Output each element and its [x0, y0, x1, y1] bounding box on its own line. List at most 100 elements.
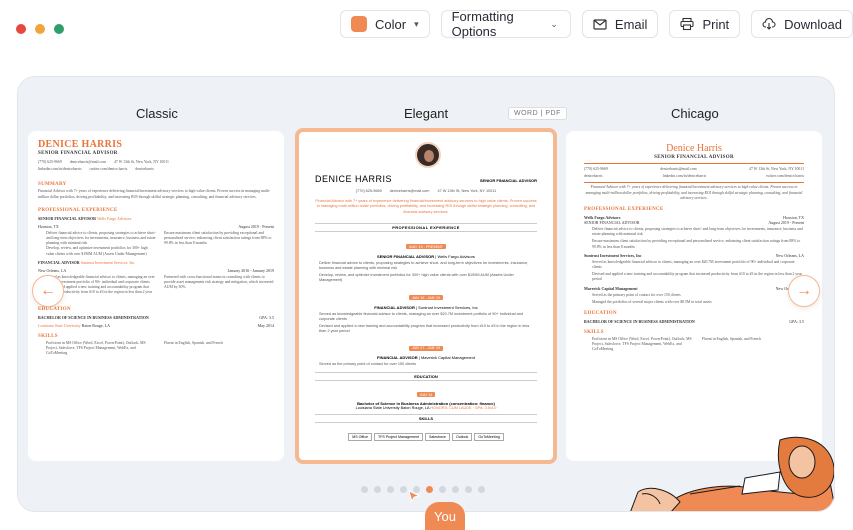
job1-title: SENIOR FINANCIAL ADVISOR: [377, 253, 435, 259]
job2-location: New Orleans, LA: [775, 252, 804, 258]
skill-chip: Outlook: [451, 432, 473, 441]
arrow-left-icon: ←: [40, 282, 56, 299]
education-date: JUN '14: [416, 392, 436, 398]
chevron-down-icon: ▾: [414, 18, 419, 29]
pager-dot[interactable]: [465, 486, 472, 493]
job2-bullet: Served as knowledgeable financial adviso…: [592, 259, 795, 270]
toolbar: Color ▾ Formatting Options ⌄ Email Print…: [340, 9, 853, 39]
email-label: Email: [614, 16, 648, 32]
skills-heading: SKILLS: [584, 330, 604, 336]
job2-title: FINANCIAL ADVISOR: [374, 304, 415, 310]
job1-dates: AUG '19 - PRESENT: [406, 244, 446, 250]
cursor-pointer-icon: [408, 490, 420, 502]
job1-title: SENIOR FINANCIAL ADVISOR: [38, 215, 97, 221]
education-location: Baton Rouge, LA: [81, 322, 111, 328]
print-label: Print: [702, 16, 730, 32]
pager-dot[interactable]: [452, 486, 459, 493]
experience-heading: PROFESSIONAL EXPERIENCE: [38, 207, 118, 213]
print-button[interactable]: Print: [669, 10, 741, 38]
woman-reading-illustration: [630, 436, 834, 511]
template-card-classic[interactable]: DENICE HARRIS SENIOR FINANCIAL ADVISOR (…: [28, 131, 284, 461]
format-badge: WORD | PDF: [508, 107, 567, 120]
pager-dot[interactable]: [361, 486, 368, 493]
pager-dot[interactable]: [439, 486, 446, 493]
education-location: Baton Rouge, LA: [400, 405, 430, 410]
template-title-chicago: Chicago: [671, 106, 719, 121]
job3-bullet: Managed the portfolios of several major …: [592, 299, 712, 304]
skill-item: Proficient in MS Office (Word, Excel, Po…: [592, 337, 692, 352]
email-button[interactable]: Email: [581, 10, 659, 38]
pager-dot[interactable]: [478, 486, 485, 493]
formatting-options-button[interactable]: Formatting Options ⌄: [440, 9, 571, 39]
skill-item: Fluent in English, Spanish, and French: [164, 340, 223, 345]
education-gpa: GPA: 3.5: [259, 314, 274, 320]
close-dot[interactable]: [16, 24, 26, 34]
job1-bullet: Ensure maximum client satisfaction by pr…: [592, 239, 801, 249]
you-cursor-label: You: [425, 502, 465, 530]
job3-bullet: Served as the primary point of contact f…: [319, 362, 417, 367]
job2-bullet: Devised and applied a new training and a…: [592, 272, 802, 282]
next-arrow-button[interactable]: →: [788, 275, 820, 307]
skill-chip: MS Office: [348, 432, 372, 441]
education-heading: EDUCATION: [38, 306, 71, 312]
download-label: Download: [784, 16, 842, 32]
skill-item: Proficient in MS Office (Word, Excel, Po…: [46, 340, 146, 356]
printer-icon: [680, 17, 694, 31]
maximize-dot[interactable]: [54, 24, 64, 34]
education-heading: EDUCATION: [315, 371, 537, 381]
carousel-pager: [361, 486, 485, 493]
template-card-elegant[interactable]: DENICE HARRIS SENIOR FINANCIAL ADVISOR (…: [295, 128, 557, 464]
pager-dot[interactable]: [426, 486, 433, 493]
resume-email: deniceharris@mail.com: [389, 189, 430, 193]
resume-role: SENIOR FINANCIAL ADVISOR: [479, 178, 537, 183]
job1-bullet: Develop, review, and optimize investment…: [319, 273, 514, 283]
resume-website: deniceharris: [584, 173, 603, 178]
avatar: [415, 142, 441, 168]
job3-bullet: Served as the primary point of contact f…: [592, 292, 681, 297]
resume-address: 47 W 13th St, New York, NY 10011: [437, 189, 497, 193]
job1-bullet: Deliver financial advice to clients, pro…: [592, 227, 803, 237]
minimize-dot[interactable]: [35, 24, 45, 34]
pager-dot[interactable]: [387, 486, 394, 493]
color-button[interactable]: Color ▾: [340, 10, 430, 38]
job1-company: Wells Fargo Advisors: [96, 215, 132, 221]
template-card-chicago[interactable]: Denice Harris SENIOR FINANCIAL ADVISOR (…: [566, 131, 822, 461]
job1-bullet: Deliver financial advice to clients, pro…: [319, 260, 529, 271]
cloud-download-icon: [762, 17, 776, 30]
education-degree: BACHELOR OF SCIENCE IN BUSINESS ADMINIST…: [584, 319, 695, 325]
chevron-down-icon: ⌄: [550, 18, 558, 29]
job3-company: Maverick Capital Management: [420, 355, 475, 361]
skill-chip: GoToMeeting: [474, 432, 504, 441]
resume-website: deniceharris: [135, 167, 154, 172]
skills-heading: SKILLS: [315, 413, 537, 423]
job1-bullet: Develop, review, and optimize investment…: [46, 246, 148, 256]
experience-heading: PROFESSIONAL EXPERIENCE: [315, 222, 537, 232]
template-carousel: Classic Elegant WORD | PDF Chicago DENIC…: [17, 76, 835, 512]
resume-name: DENICE HARRIS: [38, 139, 123, 150]
summary-text: Financial Advisor with 7+ years of exper…: [315, 199, 537, 214]
job2-bullet: Partnered with cross-functional teams in…: [164, 274, 274, 290]
education-school: Louisiana State University: [38, 322, 81, 328]
pager-dot[interactable]: [374, 486, 381, 493]
resume-twitter: twitter.com/denice.harris: [766, 173, 804, 178]
template-title-elegant: Elegant: [404, 106, 449, 121]
window-controls: [16, 24, 64, 34]
job1-bullet: Deliver financial advice to clients, pro…: [46, 230, 156, 246]
mail-icon: [593, 19, 607, 30]
education-gpa: GPA: 3.5: [789, 319, 804, 325]
prev-arrow-button[interactable]: ←: [32, 275, 64, 307]
job1-dates: August 2019 - Present: [768, 220, 804, 226]
job2-dates: January 2016 - January 2019: [227, 267, 274, 273]
skill-chip: TFS Project Management: [374, 432, 423, 441]
resume-address: 47 W 13th St, New York, NY 10011: [114, 160, 169, 164]
skill-chip: Salesforce: [424, 432, 450, 441]
job2-company: Suntrust Investment Services, Inc: [584, 252, 642, 258]
education-date: May 2014: [257, 322, 274, 328]
job1-title: SENIOR FINANCIAL ADVISOR: [584, 220, 640, 226]
pager-dot[interactable]: [400, 486, 407, 493]
resume-phone: (770) 625-9669: [38, 160, 62, 164]
download-button[interactable]: Download: [751, 10, 853, 38]
job2-company: Suntrust Investment Services, Inc: [80, 259, 135, 265]
color-swatch-icon: [351, 16, 367, 32]
education-meta: HONORS: CUM LAUDE · GPA: 3.5/4.0: [430, 405, 497, 410]
